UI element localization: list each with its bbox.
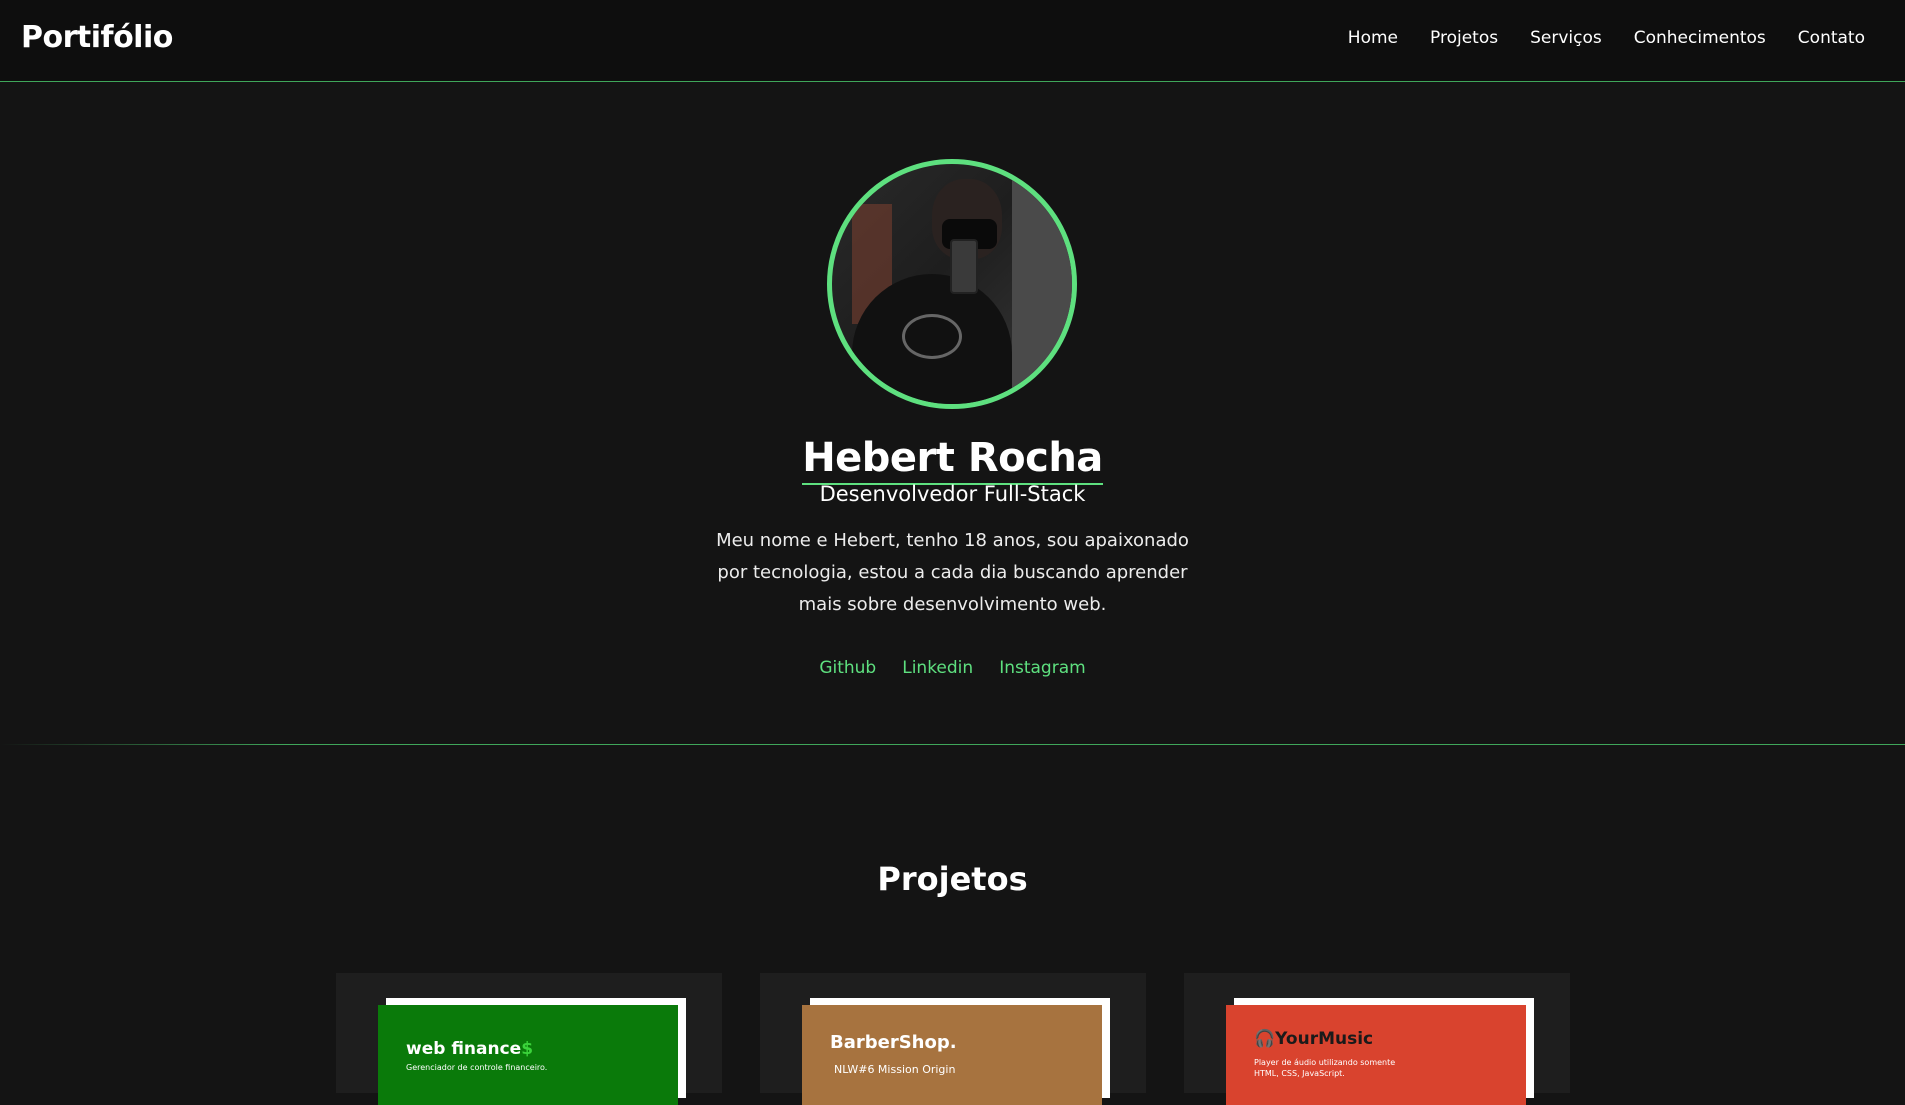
project-thumbnail: web finance$ Gerenciador de controle fin…: [378, 1005, 678, 1105]
linkedin-link[interactable]: Linkedin: [902, 658, 973, 678]
project-thumbnail-frame: BarberShop. NLW#6 Mission Origin: [802, 998, 1110, 1105]
nav-projetos[interactable]: Projetos: [1430, 28, 1498, 48]
project-thumbnail-frame: web finance$ Gerenciador de controle fin…: [378, 998, 686, 1105]
nav-home[interactable]: Home: [1348, 28, 1398, 48]
nav-conhecimentos[interactable]: Conhecimentos: [1634, 28, 1766, 48]
project-thumbnail: 🎧YourMusic Player de áudio utilizando so…: [1226, 1005, 1526, 1105]
headphones-icon: 🎧: [1254, 1029, 1276, 1049]
avatar-shirt-print: [902, 314, 962, 359]
project-thumbnail-title: BarberShop.: [830, 1032, 957, 1053]
project-title-suffix: .: [949, 1032, 957, 1053]
project-thumbnail-subtitle: Player de áudio utilizando somente HTML,…: [1254, 1058, 1396, 1078]
profile-bio: Meu nome e Hebert, tenho 18 anos, sou ap…: [716, 530, 1189, 615]
project-title-text: web finance: [406, 1039, 522, 1059]
project-title-text: YourMusic: [1275, 1029, 1374, 1049]
github-link[interactable]: Github: [819, 658, 876, 678]
main-nav: Home Projetos Serviços Conhecimentos Con…: [1348, 28, 1865, 48]
nav-servicos[interactable]: Serviços: [1530, 28, 1602, 48]
project-title-suffix: $: [521, 1039, 534, 1059]
project-thumbnail-subtitle: NLW#6 Mission Origin: [834, 1063, 956, 1076]
hero-section: Hebert Rocha Desenvolvedor Full-Stack Me…: [0, 82, 1905, 745]
profile-role: Desenvolvedor Full-Stack: [819, 482, 1086, 506]
project-title-text: BarberShop: [830, 1032, 950, 1053]
avatar-background: [1012, 164, 1072, 404]
profile-name-text: Hebert Rocha: [802, 435, 1103, 485]
project-thumbnail-frame: 🎧YourMusic Player de áudio utilizando so…: [1226, 998, 1534, 1105]
project-thumbnail-subtitle: Gerenciador de controle financeiro.: [406, 1063, 548, 1072]
profile-name: Hebert Rocha: [0, 435, 1905, 485]
project-card-web-finance[interactable]: web finance$ Gerenciador de controle fin…: [336, 973, 722, 1105]
instagram-link[interactable]: Instagram: [999, 658, 1086, 678]
site-header: Portifólio Home Projetos Serviços Conhec…: [0, 0, 1905, 82]
project-thumbnail: BarberShop. NLW#6 Mission Origin: [802, 1005, 1102, 1105]
project-thumbnail-title: web finance$: [406, 1039, 533, 1059]
avatar-phone: [950, 239, 978, 294]
project-thumbnail-title: 🎧YourMusic: [1254, 1029, 1373, 1049]
social-links: Github Linkedin Instagram: [0, 658, 1905, 678]
project-card-barbershop[interactable]: BarberShop. NLW#6 Mission Origin: [760, 973, 1146, 1105]
nav-contato[interactable]: Contato: [1798, 28, 1865, 48]
brand-logo[interactable]: Portifólio: [21, 20, 173, 55]
section-divider: [0, 744, 1905, 745]
projects-title: Projetos: [877, 860, 1028, 898]
avatar: [827, 159, 1077, 409]
project-card-yourmusic[interactable]: 🎧YourMusic Player de áudio utilizando so…: [1184, 973, 1570, 1105]
